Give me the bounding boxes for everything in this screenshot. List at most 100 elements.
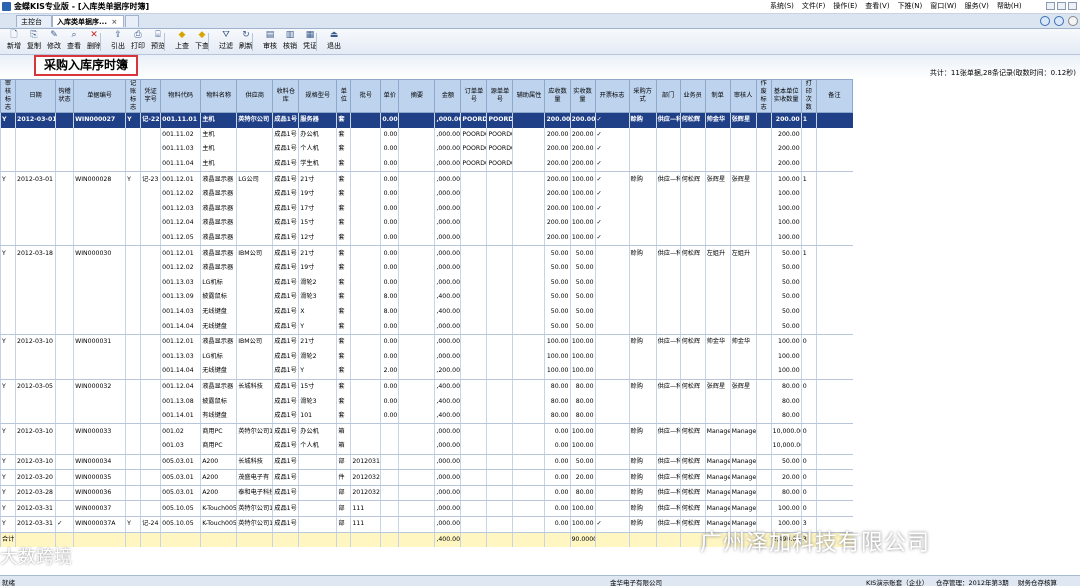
menu-service[interactable]: 服务(V) (965, 1, 989, 13)
menu-operate[interactable]: 操作(E) (833, 1, 857, 13)
table-row[interactable]: 001.13.03 LG机标 成品1号 滑轮2 套 0.00,000.00 50.00 50.… (0, 275, 853, 291)
table-cell: 001.12.05 (160, 230, 201, 247)
menu-view[interactable]: 查看(V) (865, 1, 889, 13)
table-row[interactable]: Y 2012-03-01 WIN000028 Y 记-23 001.12.01 液晶显示器 L… (0, 171, 853, 187)
toolbar-button[interactable]: ▦ 凭证 (300, 30, 320, 53)
column-header[interactable]: 收料仓库 (272, 79, 300, 113)
toolbar-button[interactable]: ◆ 上查 (172, 30, 192, 53)
column-header[interactable]: 制单 (704, 79, 731, 113)
column-header[interactable]: 备注 (815, 79, 854, 113)
toolbar-button[interactable]: ⎘ 复制 (24, 30, 44, 53)
column-header[interactable]: 打印次数 (800, 79, 817, 113)
table-row[interactable]: 001.14.04 无线键盘 成品1号 Y 套 0.00,000.00 50.00 50.00… (0, 319, 853, 335)
tab-close-icon[interactable]: × (111, 18, 117, 26)
column-header[interactable]: 规格型号 (298, 79, 338, 113)
table-cell (594, 408, 630, 425)
toolbar-button[interactable]: ✎ 修改 (44, 30, 64, 53)
minimize-button[interactable] (1046, 2, 1055, 10)
table-row[interactable]: 001.14.04 无线键盘 成品1号 Y 套 2.00,200.00 100.00 100.… (0, 364, 853, 380)
table-row[interactable]: Y 2012-03-20 WIN000035 005.03.01 A200 茂盛电子有 成品… (0, 469, 853, 486)
column-header[interactable]: 批号 (350, 79, 382, 113)
table-row-selected[interactable]: Y 2012-03-01 WIN000027 Y 记-22 001.11.01 主机 英特尔公… (0, 112, 853, 128)
menu-file[interactable]: 文件(F) (802, 1, 826, 13)
smiley-icon[interactable] (1040, 16, 1050, 26)
column-header[interactable]: 开票标志 (594, 79, 630, 113)
table-row[interactable]: Y 2012-03-10 WIN000034 005.03.01 A200 长城科技 成品1… (0, 454, 853, 471)
table-row[interactable]: 001.12.03 液晶显示器 成品1号 17寸套 0.00,000.00 200.00 1… (0, 201, 853, 217)
menu-window[interactable]: 窗口(W) (930, 1, 956, 13)
toolbar-button[interactable]: ↻ 刷新 (236, 30, 256, 53)
column-header[interactable]: 审核标志 (0, 79, 17, 113)
menu-system[interactable]: 系统(S) (770, 1, 794, 13)
toolbar-button[interactable]: 🗋 新增 (4, 30, 24, 53)
toolbar-button[interactable]: ✕ 删除 (84, 30, 104, 53)
column-header[interactable]: 凭证字号 (140, 79, 162, 113)
close-window-button[interactable] (1068, 2, 1077, 10)
toolbar-button[interactable]: ⌕ 查看 (64, 30, 84, 53)
column-header[interactable]: 记账标志 (125, 79, 142, 113)
table-row[interactable]: 001.13.03 LG机标 成品1号 滑轮2 套 0.00,000.00 100.00 10… (0, 349, 853, 365)
toolbar-button[interactable]: ⛛ 过滤 (216, 30, 236, 53)
table-cell (755, 394, 772, 409)
table-row[interactable]: Y 2012-03-10 WIN000031 001.12.01 液晶显示器 IBM公司成… (0, 334, 853, 350)
column-header[interactable]: 摘要 (398, 79, 436, 113)
table-row[interactable]: Y 2012-03-10 WIN000033 001.02 商用PC 英特尔公司1 成品1号… (0, 423, 853, 440)
column-header[interactable]: 单位 (336, 79, 352, 113)
column-header[interactable]: 单价 (380, 79, 400, 113)
table-cell (512, 439, 545, 455)
smiley-icon[interactable] (1054, 16, 1064, 26)
table-row[interactable]: Y 2012-03-28 WIN000036 005.03.01 A200 泰和电子科技成… (0, 485, 853, 502)
column-header[interactable]: 审核人 (729, 79, 757, 113)
table-row[interactable]: 001.11.04主机成品1号学生机套0.00,000.00POORD00POO… (0, 156, 853, 173)
column-header[interactable]: 供应商 (236, 79, 274, 113)
column-header[interactable]: 物料代码 (160, 79, 202, 113)
column-header[interactable]: 部门 (655, 79, 681, 113)
table-cell (236, 216, 273, 231)
toolbar-button[interactable]: ⇪ 引出 (108, 30, 128, 53)
table-row[interactable]: 001.12.04 液晶显示器 成品1号 15寸套 0.00,000.00 200.00 1… (0, 216, 853, 231)
toolbar-button[interactable]: ▤ 审核 (260, 30, 280, 53)
toolbar-button[interactable]: ▥ 核销 (280, 30, 300, 53)
restore-button[interactable] (1057, 2, 1066, 10)
table-row[interactable]: 001.12.02 液晶显示器 成品1号 19寸套 0.00,000.00 200.00 1… (0, 186, 853, 202)
column-header[interactable]: 作废标志 (755, 79, 772, 113)
table-row[interactable]: 001.14.03 无线键盘 成品1号 X 套 8.00,400.00 50.00 50.00… (0, 304, 853, 320)
column-header[interactable]: 业务员 (679, 79, 706, 113)
new-tab-button[interactable] (125, 15, 139, 27)
column-header[interactable]: 钩稽状态 (55, 79, 75, 113)
column-header[interactable]: 订单单号 (460, 79, 488, 113)
toolbar-button[interactable]: ⎙ 打印 (128, 30, 148, 53)
new-icon: 🗋 (10, 30, 18, 40)
table-row[interactable]: Y 2012-03-05 WIN000032 001.12.04 液晶显示器 长城科技 成品… (0, 379, 853, 395)
table-row[interactable]: 001.13.08 披露鼠标 成品1号 滑轮3 套 0.00,400.00 80.00 80.… (0, 394, 853, 409)
table-row[interactable]: 001.12.05 液晶显示器 成品1号 12寸套 0.00,000.00 200.00 1… (0, 230, 853, 247)
column-header[interactable]: 辅助属性 (512, 79, 546, 113)
table-row[interactable]: 001.14.01 有线键盘 成品1号 101 套 0.00,400.00 80.00 80.… (0, 408, 853, 425)
column-header[interactable]: 实收数量 (569, 79, 596, 113)
column-header[interactable]: 源单单号 (486, 79, 514, 113)
tab-main-console[interactable]: 主控台 (16, 15, 52, 27)
table-row[interactable]: 001.11.03主机成品1号个人机套0.00,000.00POORD00POO… (0, 142, 853, 157)
toolbar-button[interactable]: ⏏ 退出 (324, 30, 344, 53)
table-row[interactable]: 001.11.02主机成品1号办公机套0.00,000.00POORD00POO… (0, 127, 853, 143)
column-header[interactable]: 日期 (15, 79, 57, 113)
table-cell (679, 260, 706, 276)
table-row[interactable]: Y 2012-03-31 WIN000037 005.10.05 K-Touch005 英… (0, 500, 853, 518)
table-row[interactable]: 001.12.02 液晶显示器 成品1号 19寸套 0.00,000.00 50.00 50… (0, 260, 853, 276)
table-cell (236, 201, 273, 217)
tab-inbound-list[interactable]: 入库类单据序... × (52, 15, 124, 27)
column-header[interactable]: 物料名称 (200, 79, 238, 113)
toolbar-button[interactable]: ⌸ 预览 (148, 30, 168, 53)
column-header[interactable]: 基本单位实收数量 (770, 79, 802, 113)
toolbar-button[interactable]: ◆ 下查 (192, 30, 212, 53)
settings-icon[interactable] (1068, 16, 1078, 26)
menu-help[interactable]: 帮助(H) (997, 1, 1022, 13)
column-header[interactable]: 金额 (434, 79, 462, 113)
column-header[interactable]: 采购方式 (628, 79, 657, 113)
table-row[interactable]: 001.03 商用PC 成品1号 个人机箱 ,000.00 0.00 100.00 10,00… (0, 439, 853, 455)
table-row[interactable]: Y 2012-03-18 WIN000030 001.12.01 液晶显示器 IBM公司成… (0, 245, 853, 261)
table-row[interactable]: 001.13.09 披露鼠标 成品1号 滑轮3 套 8.00,400.00 50.00 50.… (0, 290, 853, 305)
column-header[interactable]: 应收数量 (544, 79, 571, 113)
column-header[interactable]: 单据编号 (73, 79, 127, 113)
menu-push-down[interactable]: 下推(N) (898, 1, 923, 13)
